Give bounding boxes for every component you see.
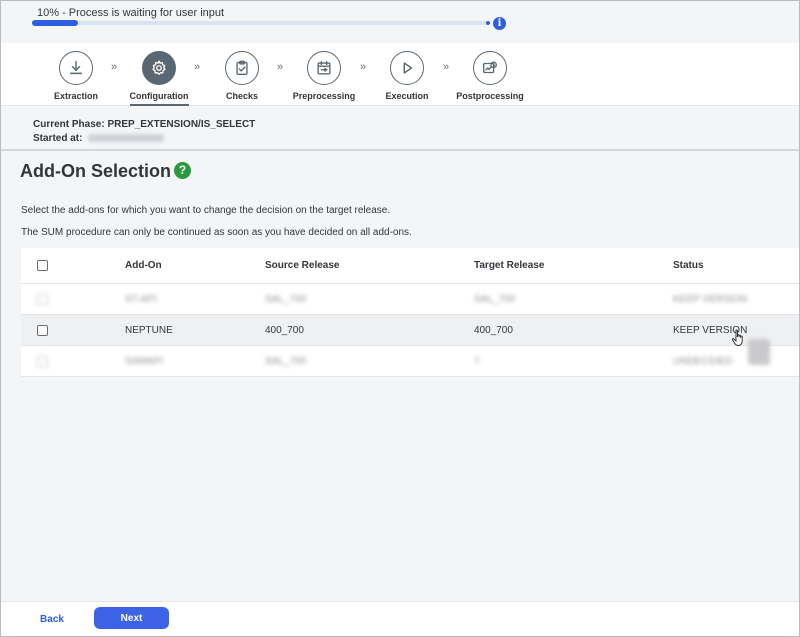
gear-icon xyxy=(142,51,176,85)
step-label: Configuration xyxy=(129,91,189,106)
addon-status[interactable]: KEEP VERSION xyxy=(673,284,747,314)
source-release: SAL_700 xyxy=(265,293,307,305)
row-checkbox[interactable] xyxy=(37,293,48,305)
addon-status[interactable]: UNDECIDED xyxy=(673,346,732,376)
main-content: Add-On Selection ? Select the add-ons fo… xyxy=(1,153,799,601)
started-at-value-redacted xyxy=(88,134,165,143)
instruction-text: Select the add-ons for which you want to… xyxy=(21,205,391,216)
addon-name: NEPTUNE xyxy=(125,324,173,336)
phase-info: Current Phase: PREP_EXTENSION/IS_SELECT … xyxy=(1,109,799,151)
instruction-text: The SUM procedure can only be continued … xyxy=(21,227,412,238)
target-release: SAL_700 xyxy=(474,293,516,305)
column-header-addon[interactable]: Add-On xyxy=(125,248,162,283)
table-row[interactable]: ST-API SAL_700 SAL_700 KEEP VERSION xyxy=(21,284,799,315)
progress-status-text: 10% - Process is waiting for user input xyxy=(37,7,225,19)
clipboard-check-icon xyxy=(225,51,259,85)
step-postprocessing[interactable]: Postprocessing xyxy=(445,51,535,104)
current-phase: Current Phase: PREP_EXTENSION/IS_SELECT xyxy=(33,119,256,130)
step-execution[interactable]: Execution xyxy=(362,51,452,104)
target-release: 400_700 xyxy=(474,324,513,336)
help-icon[interactable]: ? xyxy=(174,162,191,179)
step-checks[interactable]: Checks xyxy=(197,51,287,104)
addon-name: ST-API xyxy=(125,293,157,305)
row-checkbox[interactable] xyxy=(37,355,48,367)
select-all-checkbox[interactable] xyxy=(37,260,48,271)
column-header-target-release[interactable]: Target Release xyxy=(474,248,544,283)
report-icon xyxy=(473,51,507,85)
step-label: Postprocessing xyxy=(456,91,524,101)
started-at-label: Started at: xyxy=(33,133,83,144)
row-checkbox-cell xyxy=(37,315,48,345)
step-label: Checks xyxy=(225,91,259,101)
select-all-cell xyxy=(37,248,48,283)
addon-name: SAMAPI xyxy=(125,355,163,367)
column-header-status[interactable]: Status xyxy=(673,248,704,283)
table-row[interactable]: SAMAPI SAL_700 ? UNDECIDED xyxy=(21,346,799,377)
next-button[interactable]: Next xyxy=(94,607,169,629)
column-header-source-release[interactable]: Source Release xyxy=(265,248,340,283)
source-release: SAL_700 xyxy=(265,355,307,367)
progress-end-dot xyxy=(486,21,490,25)
page-title: Add-On Selection xyxy=(20,161,172,181)
step-configuration[interactable]: Configuration xyxy=(114,51,204,106)
footer-toolbar: Back Next xyxy=(1,601,799,636)
play-icon xyxy=(390,51,424,85)
redacted-overlay xyxy=(748,339,770,365)
app-window: 10% - Process is waiting for user input … xyxy=(0,0,800,637)
progress-bar xyxy=(32,20,487,26)
source-release: 400_700 xyxy=(265,324,304,336)
target-release: ? xyxy=(474,355,480,367)
step-label: Extraction xyxy=(53,91,98,101)
step-preprocessing[interactable]: Preprocessing xyxy=(279,51,369,104)
back-button[interactable]: Back xyxy=(25,608,79,630)
step-label: Execution xyxy=(385,91,429,101)
hand-cursor-icon xyxy=(731,329,743,346)
row-checkbox[interactable] xyxy=(37,324,48,336)
roadmap-steps: Extraction » Configuration » Checks » Pr… xyxy=(1,43,799,106)
table-row[interactable]: NEPTUNE 400_700 400_700 KEEP VERSION xyxy=(21,315,799,346)
started-at: Started at: xyxy=(33,133,165,144)
progress-bar-fill xyxy=(32,20,78,26)
progress-area: 10% - Process is waiting for user input … xyxy=(1,1,799,41)
addon-table: Add-On Source Release Target Release Sta… xyxy=(21,248,799,377)
row-checkbox-cell xyxy=(37,284,48,314)
info-icon[interactable]: i xyxy=(493,17,506,30)
download-icon xyxy=(59,51,93,85)
step-label: Preprocessing xyxy=(292,91,356,101)
table-header-row: Add-On Source Release Target Release Sta… xyxy=(21,248,799,284)
step-extraction[interactable]: Extraction xyxy=(31,51,121,104)
row-checkbox-cell xyxy=(37,346,48,376)
calendar-icon xyxy=(307,51,341,85)
